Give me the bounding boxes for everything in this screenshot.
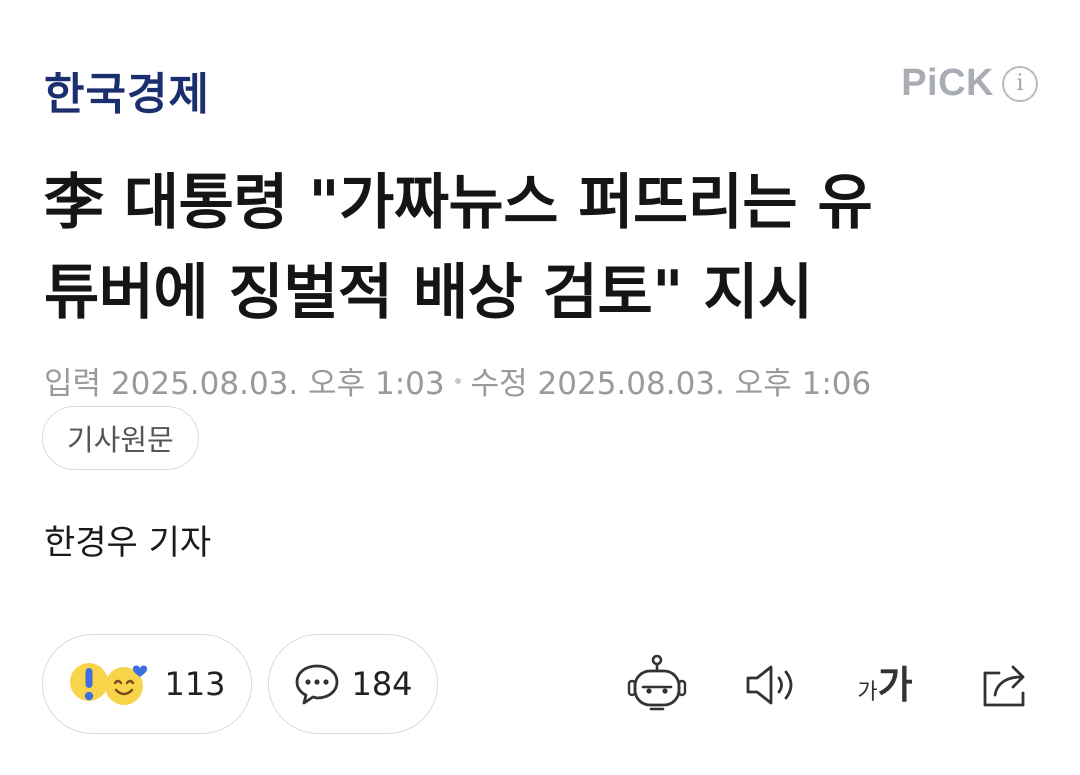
robot-summary-icon [627,654,687,711]
smile-heart-emoji-icon [105,665,148,705]
pick-badge[interactable]: PiCK i [901,62,1038,105]
reaction-emojis [68,660,150,708]
modified-label: 수정 [470,366,528,402]
reporter-name[interactable]: 한경우 기자 [44,515,211,564]
font-size-icon: 가 가 [857,663,912,707]
input-label: 입력 [44,366,102,402]
font-small-glyph: 가 [857,680,878,705]
headline-line-1: 李 대통령 "가짜뉴스 퍼뜨리는 유 [44,168,873,238]
pick-label: PiCK [901,62,994,104]
ai-summary-button[interactable] [622,650,692,720]
headline-line-2: 튜버에 징벌적 배상 검토" 지시 [44,258,813,328]
speaker-icon [746,665,793,705]
article-dateline: 입력 2025.08.03. 오후 1:03 수정 2025.08.03. 오후… [44,358,871,403]
input-date: 2025.08.03. 오후 1:03 [110,366,445,402]
original-article-button[interactable]: 기사원문 [42,406,199,470]
font-big-glyph: 가 [877,663,913,707]
comment-icon [296,664,339,705]
reaction-count: 113 [164,665,226,703]
share-icon [983,665,1025,707]
article-page: 한국경제 PiCK i 李 대통령 "가짜뉴스 퍼뜨리는 유 튜버에 징벌적 배… [0,0,1080,775]
modified-date: 2025.08.03. 오후 1:06 [537,366,872,402]
article-headline: 李 대통령 "가짜뉴스 퍼뜨리는 유 튜버에 징벌적 배상 검토" 지시 [44,158,1044,338]
comment-button[interactable]: 184 [268,634,438,734]
share-button[interactable] [974,650,1036,720]
reaction-button[interactable]: 113 [42,634,252,734]
comment-count: 184 [351,665,413,703]
publisher-logo[interactable]: 한국경제 [44,58,210,122]
separator-dot [454,377,461,384]
info-icon[interactable]: i [1002,65,1038,102]
font-size-button[interactable]: 가 가 [852,650,918,720]
listen-button[interactable] [740,650,802,720]
